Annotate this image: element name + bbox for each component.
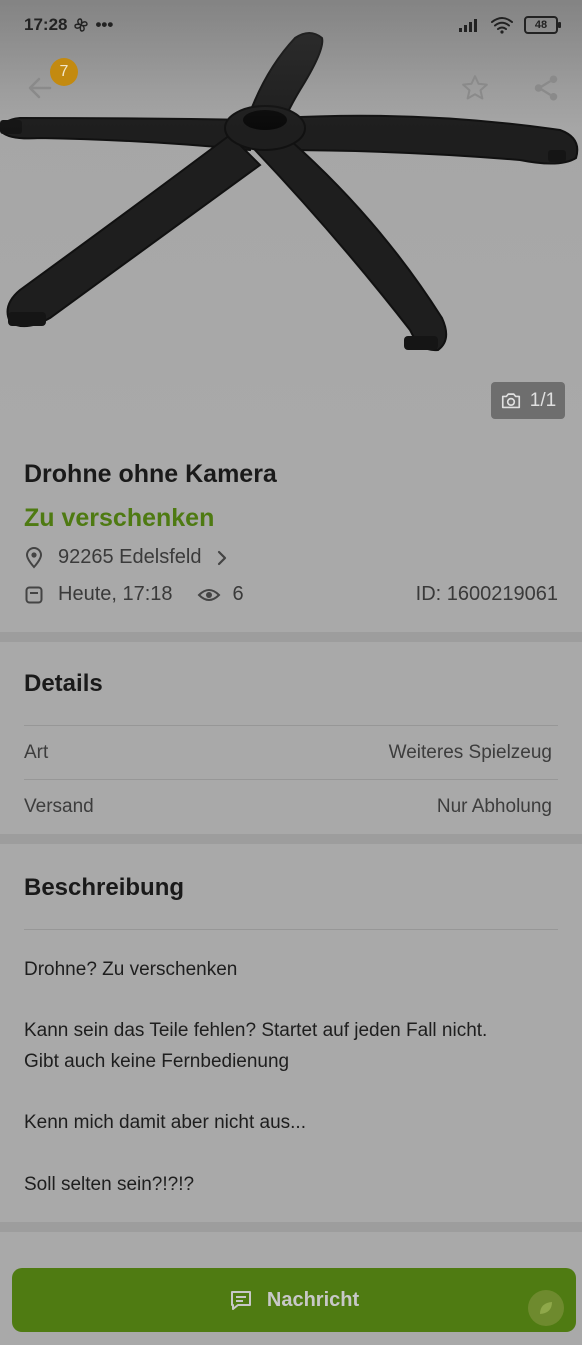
detail-value: Weiteres Spielzeug	[388, 741, 552, 763]
status-dots: •••	[95, 15, 114, 34]
signal-icon	[459, 19, 477, 32]
detail-label: Versand	[24, 795, 94, 817]
star-icon	[462, 75, 488, 100]
leaf-icon	[540, 1302, 552, 1314]
ad-title: Drohne ohne Kamera	[24, 460, 277, 488]
description-line: Gibt auch keine Fernbedienung	[24, 1051, 290, 1072]
battery-level: 48	[534, 19, 548, 31]
description-title: Beschreibung	[24, 874, 185, 901]
section-divider	[0, 1222, 582, 1232]
eye-icon	[197, 588, 220, 601]
description-line: Kann sein das Teile fehlen? Startet auf …	[24, 1020, 488, 1041]
favorite-button[interactable]	[455, 68, 495, 108]
calendar-icon	[25, 586, 43, 603]
section-divider	[0, 834, 582, 844]
wifi-icon	[491, 17, 513, 34]
location-pin-icon	[25, 546, 43, 568]
ad-date: Heute, 17:18	[58, 583, 173, 605]
camera-icon	[501, 392, 520, 408]
chevron-right-icon	[218, 550, 227, 565]
description-section: Beschreibung Drohne? Zu verschenken Kann…	[0, 844, 582, 1222]
battery-indicator: 48	[524, 16, 561, 34]
details-section: Details Art Weiteres Spielzeug Versand N…	[0, 642, 582, 834]
message-button[interactable]: Nachricht	[12, 1268, 576, 1332]
section-divider	[0, 632, 582, 642]
message-icon	[230, 1291, 251, 1310]
back-arrow-icon	[28, 77, 52, 99]
description-line: Drohne? Zu verschenken	[24, 959, 238, 980]
view-count: 6	[232, 583, 244, 605]
assistant-bubble[interactable]	[528, 1290, 564, 1326]
description-divider	[24, 929, 558, 930]
detail-row: Art Weiteres Spielzeug	[24, 725, 558, 779]
description-line: Kenn mich damit aber nicht aus...	[24, 1112, 306, 1133]
share-button[interactable]	[526, 68, 566, 108]
photo-counter-label: 1/1	[529, 389, 557, 411]
share-icon	[534, 75, 558, 101]
status-time: 17:28	[24, 15, 68, 34]
description-line: Soll selten sein?!?!?	[24, 1174, 195, 1195]
details-title: Details	[24, 670, 103, 697]
photo-counter[interactable]: 1/1	[491, 382, 565, 419]
message-button-label: Nachricht	[266, 1288, 360, 1311]
detail-row: Versand Nur Abholung	[24, 779, 558, 833]
ad-id: ID: 1600219061	[415, 583, 558, 605]
fan-icon	[74, 18, 89, 32]
detail-label: Art	[24, 741, 49, 763]
status-bar: 17:28 ••• 48	[0, 0, 582, 50]
location-link[interactable]: 92265 Edelsfeld	[24, 546, 229, 569]
ad-meta: Heute, 17:18 6 ID: 1600219061	[24, 583, 558, 606]
ad-image[interactable]: 7 1/1	[0, 0, 582, 440]
notification-badge: 7	[50, 58, 78, 86]
ad-price: Zu verschenken	[24, 504, 215, 532]
location-text: 92265 Edelsfeld	[58, 546, 202, 568]
ad-summary: Drohne ohne Kamera Zu verschenken 92265 …	[0, 440, 582, 632]
detail-value: Nur Abholung	[436, 795, 552, 817]
